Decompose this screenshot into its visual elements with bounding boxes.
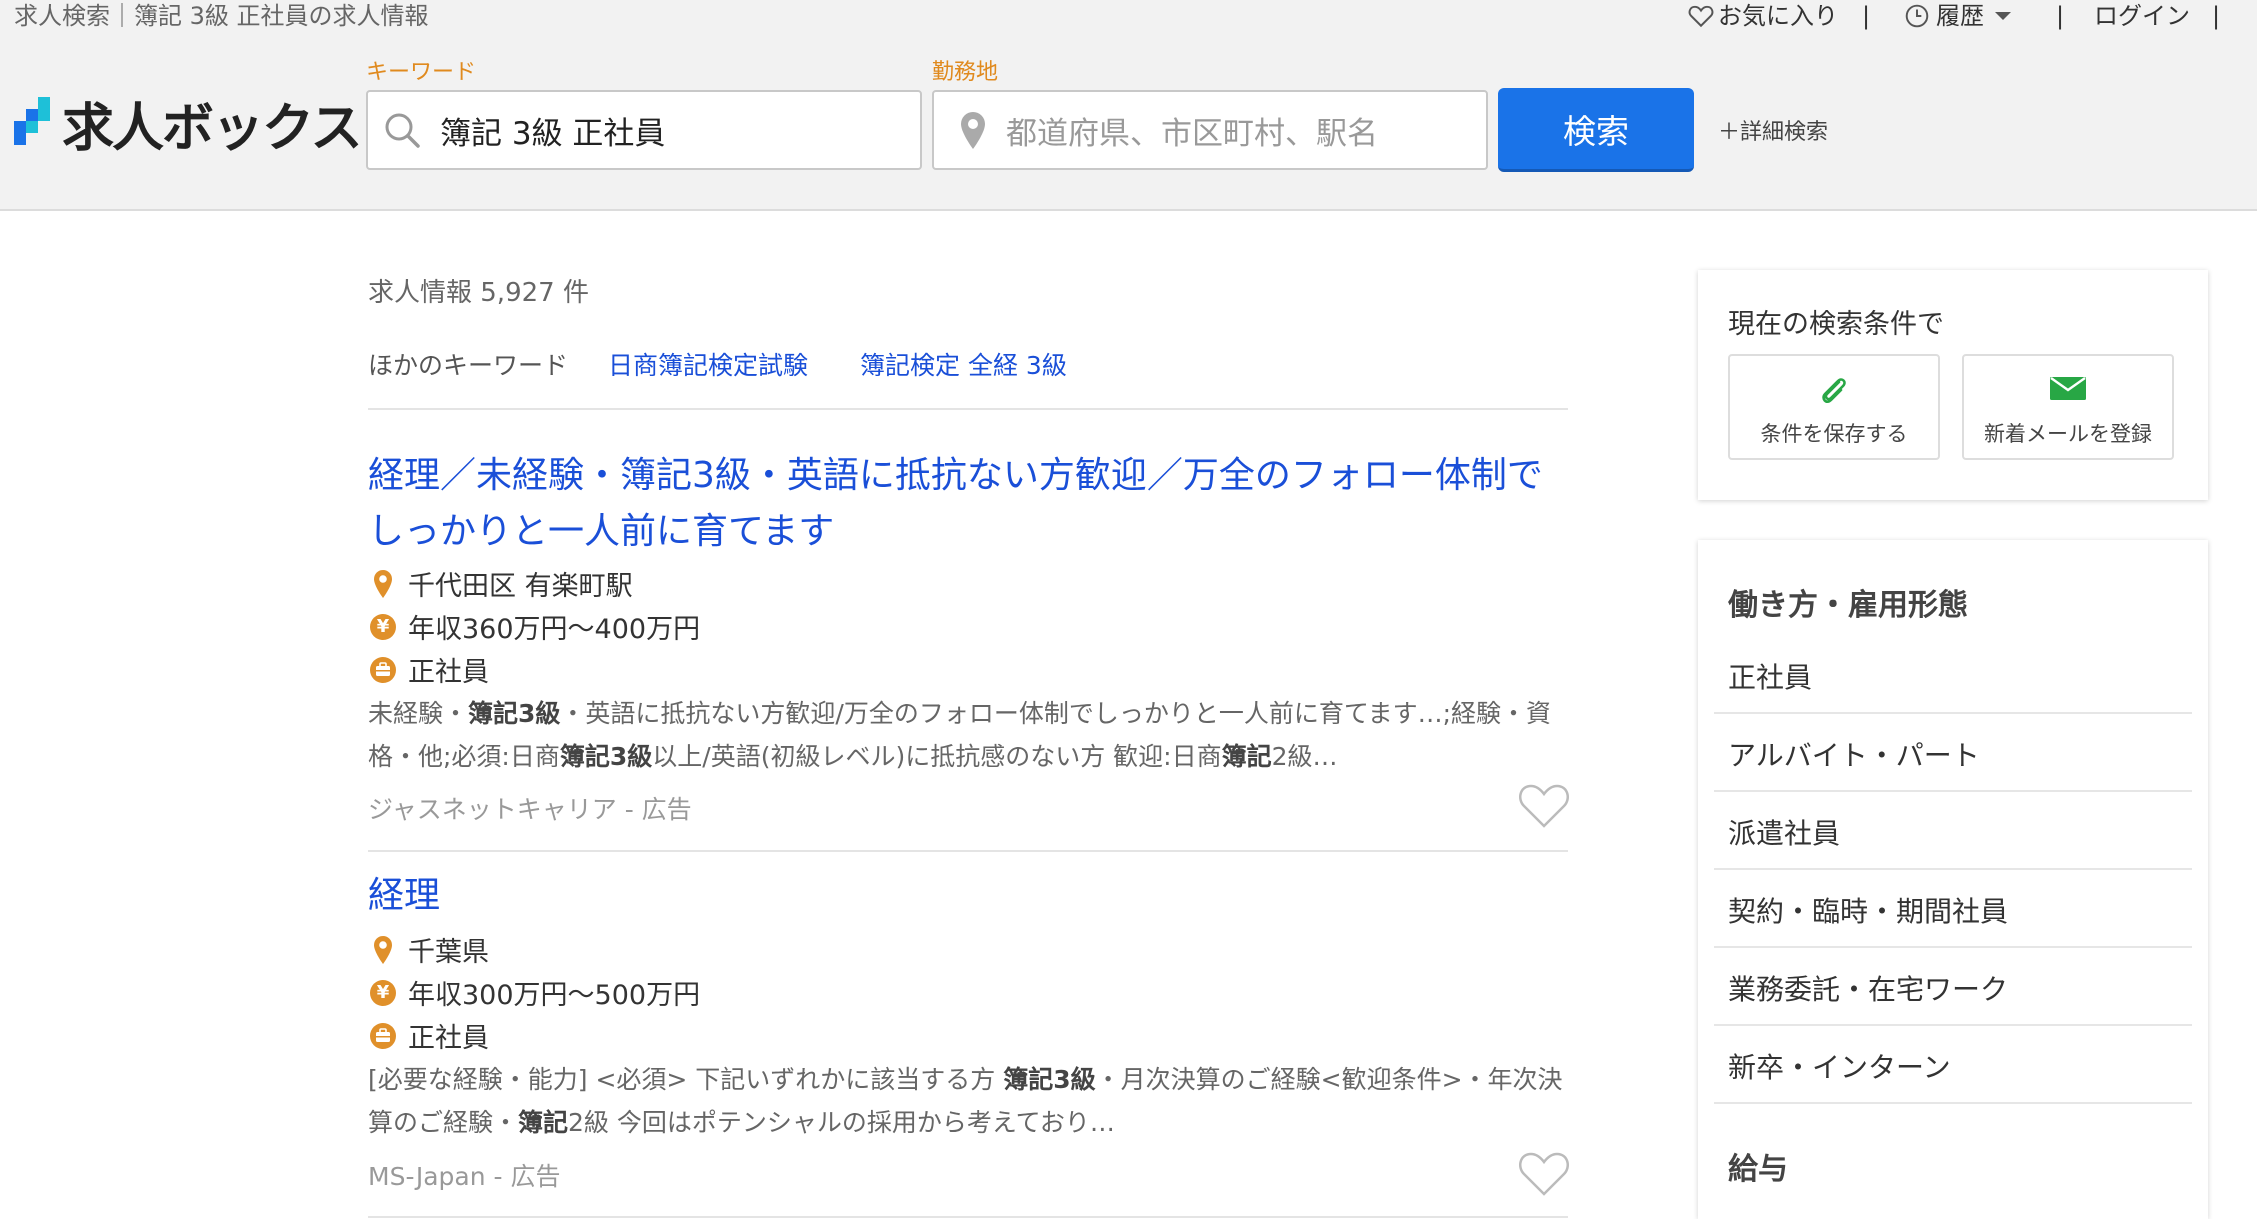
paperclip-icon bbox=[1822, 378, 1846, 404]
map-pin-icon bbox=[374, 935, 392, 964]
site-logo[interactable]: 求人ボックス bbox=[14, 94, 362, 159]
job-employment-text: 正社員 bbox=[408, 1023, 489, 1054]
job-title-line: 経理 bbox=[368, 875, 441, 916]
conditions-title: 現在の検索条件で bbox=[1728, 309, 1944, 340]
filter-item-label: アルバイト・パート bbox=[1728, 739, 1980, 772]
yen-icon: ¥ bbox=[370, 979, 396, 1006]
keyword-highlight: 簿記 bbox=[518, 1108, 569, 1137]
related-keyword-link[interactable]: 簿記検定 全経 3級 bbox=[860, 346, 1067, 382]
related-keywords-label: ほかのキーワード bbox=[368, 351, 569, 380]
favorites-link[interactable]: お気に入り bbox=[1688, 0, 1838, 32]
filter-item-label: 新卒・インターン bbox=[1728, 1051, 1951, 1084]
history-dropdown[interactable]: 履歴 bbox=[1904, 0, 2012, 32]
job-salary: ¥ 年収300万円～500万円 bbox=[368, 973, 700, 1012]
save-conditions-label: 条件を保存する bbox=[1760, 422, 1908, 446]
filter-item-contract[interactable]: 契約・臨時・期間社員 bbox=[1714, 870, 2192, 948]
filter-item-parttime[interactable]: アルバイト・パート bbox=[1714, 714, 2192, 792]
employment-heading: 働き方・雇用形態 bbox=[1728, 588, 1968, 623]
job-location: 千代田区 有楽町駅 bbox=[368, 564, 633, 603]
filter-card: 働き方・雇用形態 正社員 アルバイト・パート 派遣社員 契約・臨時・期間社員 業… bbox=[1698, 540, 2208, 1219]
favorites-label: お気に入り bbox=[1718, 2, 1838, 30]
job-employment: 正社員 bbox=[368, 1016, 489, 1055]
divider bbox=[368, 1216, 1568, 1218]
filter-item-dispatch[interactable]: 派遣社員 bbox=[1714, 792, 2192, 870]
search-icon bbox=[385, 113, 420, 148]
briefcase-icon bbox=[370, 656, 396, 683]
caret-down-icon bbox=[1995, 12, 2011, 20]
description-text: 2級 今回はポテンシャルの採用から考えており… bbox=[568, 1108, 1115, 1137]
map-pin-icon bbox=[374, 569, 392, 598]
clock-icon bbox=[1905, 4, 1929, 28]
nav-separator: | bbox=[1862, 2, 1871, 30]
history-label: 履歴 bbox=[1936, 2, 1984, 30]
job-salary-text: 年収360万円～400万円 bbox=[408, 614, 701, 645]
keyword-value: 簿記 3級 正社員 bbox=[440, 115, 666, 152]
job-source: ジャスネットキャリア - 広告 bbox=[368, 795, 692, 824]
keyword-highlight: 簿記3級 bbox=[468, 699, 561, 728]
yen-icon: ¥ bbox=[370, 613, 396, 640]
keyword-label: キーワード bbox=[366, 60, 477, 85]
logo-mark-icon bbox=[14, 97, 50, 145]
site-header: 求人検索｜簿記 3級 正社員の求人情報 お気に入り | 履歴 | ログイン | … bbox=[0, 0, 2257, 211]
breadcrumb: 求人検索｜簿記 3級 正社員の求人情報 bbox=[14, 2, 429, 30]
location-label: 勤務地 bbox=[932, 60, 999, 85]
register-mail-label: 新着メールを登録 bbox=[1984, 422, 2152, 446]
keyword-highlight: 簿記3級 bbox=[559, 742, 653, 771]
filter-item-label: 派遣社員 bbox=[1728, 817, 1841, 850]
save-conditions-button[interactable]: 条件を保存する bbox=[1728, 354, 1940, 460]
keyword-input[interactable]: 簿記 3級 正社員 bbox=[366, 90, 922, 170]
search-conditions-card: 現在の検索条件で 条件を保存する 新着メールを登録 bbox=[1698, 270, 2208, 500]
divider bbox=[368, 408, 1568, 410]
keyword-highlight: 簿記3級 bbox=[1003, 1065, 1096, 1094]
divider bbox=[368, 850, 1568, 852]
job-description: [必要な経験・能力] <必須> 下記いずれかに該当する方 簿記3級・月次決算のご… bbox=[368, 1058, 1578, 1144]
related-keyword-link[interactable]: 日商簿記検定試験 bbox=[608, 346, 808, 382]
logo-text: 求人ボックス bbox=[62, 98, 362, 159]
job-title-line: しっかりと一人前に育てます bbox=[368, 511, 835, 552]
job-salary-text: 年収300万円～500万円 bbox=[408, 980, 701, 1011]
register-mail-button[interactable]: 新着メールを登録 bbox=[1962, 354, 2174, 460]
login-link[interactable]: ログイン bbox=[2094, 0, 2190, 32]
filter-item-fulltime[interactable]: 正社員 bbox=[1714, 636, 2192, 714]
location-input[interactable]: 都道府県、市区町村、駅名 bbox=[932, 90, 1488, 170]
job-title-link[interactable]: 経理／未経験・簿記3級・英語に抵抗ない方歓迎／万全のフォロー体制で しっかりと一… bbox=[368, 448, 1568, 560]
salary-heading: 給与 bbox=[1728, 1152, 1788, 1187]
nav-separator: | bbox=[2056, 2, 2065, 30]
filter-item-label: 業務委託・在宅ワーク bbox=[1728, 973, 2009, 1006]
favorite-heart-icon[interactable] bbox=[1518, 1150, 1570, 1198]
description-text: 2級… bbox=[1271, 742, 1338, 771]
job-title-line: 経理／未経験・簿記3級・英語に抵抗ない方歓迎／万全のフォロー体制で bbox=[368, 455, 1543, 496]
filter-item-freelance[interactable]: 業務委託・在宅ワーク bbox=[1714, 948, 2192, 1026]
heart-outline-icon bbox=[1688, 5, 1714, 28]
job-description: 未経験・簿記3級・英語に抵抗ない方歓迎/万全のフォロー体制でしっかりと一人前に育… bbox=[368, 692, 1578, 778]
job-location-text: 千代田区 有楽町駅 bbox=[408, 571, 633, 602]
search-button[interactable]: 検索 bbox=[1498, 88, 1694, 172]
job-title-link[interactable]: 経理 bbox=[368, 868, 1568, 924]
description-text: 未経験・ bbox=[368, 699, 469, 728]
job-employment: 正社員 bbox=[368, 650, 489, 689]
job-employment-text: 正社員 bbox=[408, 657, 489, 688]
job-location: 千葉県 bbox=[368, 930, 489, 969]
advanced-search-link[interactable]: ＋詳細検索 bbox=[1718, 114, 1828, 146]
job-salary: ¥ 年収360万円～400万円 bbox=[368, 607, 700, 646]
related-keywords: ほかのキーワード 日商簿記検定試験 簿記検定 全経 3級 bbox=[368, 346, 1119, 382]
filter-item-graduate[interactable]: 新卒・インターン bbox=[1714, 1026, 2192, 1104]
favorite-heart-icon[interactable] bbox=[1518, 782, 1570, 830]
description-text: [必要な経験・能力] <必須> 下記いずれかに該当する方 bbox=[368, 1065, 1004, 1094]
result-count: 求人情報 5,927 件 bbox=[368, 278, 589, 308]
map-pin-icon bbox=[961, 112, 985, 149]
keyword-highlight: 簿記 bbox=[1221, 742, 1272, 771]
nav-separator: | bbox=[2212, 2, 2221, 30]
location-placeholder: 都道府県、市区町村、駅名 bbox=[1006, 115, 1378, 152]
filter-item-label: 契約・臨時・期間社員 bbox=[1728, 895, 2009, 928]
briefcase-icon bbox=[370, 1022, 396, 1049]
filter-item-label: 正社員 bbox=[1728, 661, 1813, 694]
envelope-icon bbox=[2050, 377, 2086, 400]
job-location-text: 千葉県 bbox=[408, 937, 489, 968]
description-text: 以上/英語(初級レベル)に抵抗感のない方 歓迎:日商 bbox=[652, 742, 1222, 771]
job-source: MS-Japan - 広告 bbox=[368, 1162, 561, 1191]
